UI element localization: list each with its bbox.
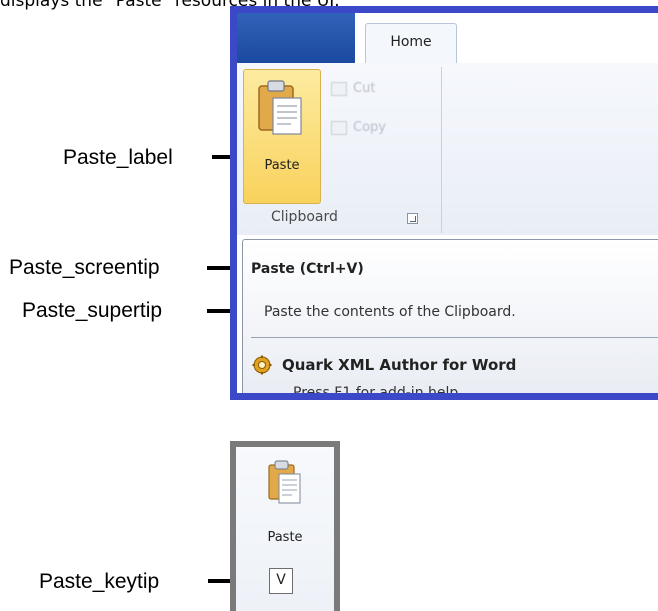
clipboard-group-label: Clipboard bbox=[271, 209, 338, 225]
tooltip-separator bbox=[251, 337, 658, 338]
tab-home[interactable]: Home bbox=[365, 23, 457, 64]
paste-label: Paste bbox=[267, 530, 303, 545]
scissors-icon bbox=[331, 81, 347, 96]
ribbon-screenshot: Home Paste Cut Copy Clipboard Paste (Ctr… bbox=[230, 6, 658, 400]
gear-icon bbox=[252, 355, 272, 375]
file-tab[interactable] bbox=[237, 13, 355, 63]
paste-tooltip: Paste (Ctrl+V) Paste the contents of the… bbox=[242, 239, 658, 400]
paste-keytip[interactable]: V bbox=[269, 568, 293, 594]
documentation-figure: displays the "Paste" resources in the UI… bbox=[0, 0, 658, 611]
dialog-launcher-icon[interactable] bbox=[407, 213, 418, 224]
clipboard-icon bbox=[268, 460, 301, 504]
group-separator bbox=[441, 67, 442, 233]
paste-button[interactable]: Paste bbox=[243, 69, 321, 204]
clipboard-icon bbox=[258, 80, 302, 135]
callout-paste-screentip: Paste_screentip bbox=[9, 256, 160, 279]
paste-label: Paste bbox=[264, 158, 300, 173]
keytip-screenshot: Paste V bbox=[230, 441, 340, 611]
callout-paste-supertip: Paste_supertip bbox=[22, 299, 163, 322]
cut-button[interactable]: Cut bbox=[331, 81, 375, 96]
addin-help-text: Press F1 for add-in help. bbox=[293, 385, 463, 400]
tooltip-title: Paste (Ctrl+V) bbox=[251, 261, 364, 277]
copy-button[interactable]: Copy bbox=[331, 120, 386, 135]
cut-label: Cut bbox=[353, 81, 376, 96]
addin-name: Quark XML Author for Word bbox=[282, 356, 517, 374]
callout-paste-keytip: Paste_keytip bbox=[39, 570, 160, 593]
tooltip-description: Paste the contents of the Clipboard. bbox=[264, 304, 516, 320]
copy-icon bbox=[331, 120, 347, 135]
copy-label: Copy bbox=[353, 120, 386, 135]
callout-paste-label: Paste_label bbox=[63, 146, 173, 169]
